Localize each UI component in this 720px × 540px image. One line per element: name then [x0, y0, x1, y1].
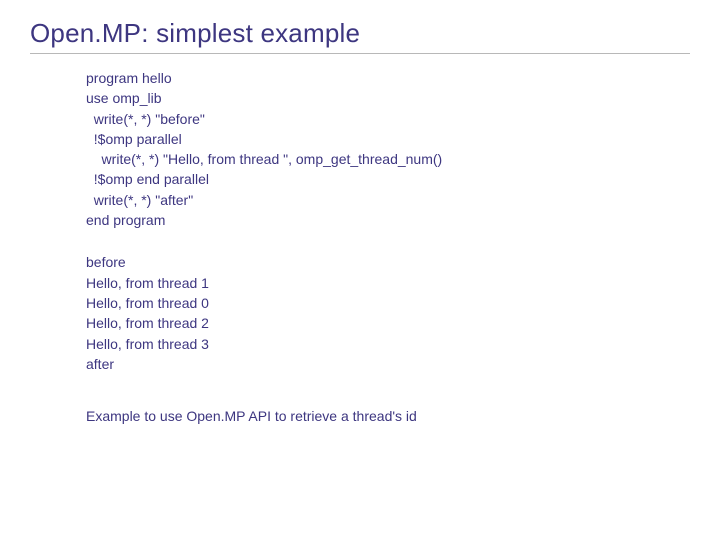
code-block: program hello use omp_lib write(*, *) "b…: [86, 68, 690, 230]
slide-content: program hello use omp_lib write(*, *) "b…: [30, 68, 690, 424]
output-line: Hello, from thread 2: [86, 313, 690, 333]
output-line: Hello, from thread 0: [86, 293, 690, 313]
code-line: write(*, *) "after": [86, 190, 690, 210]
code-line: write(*, *) "before": [86, 109, 690, 129]
code-line: !$omp end parallel: [86, 169, 690, 189]
code-line: use omp_lib: [86, 88, 690, 108]
output-line: Hello, from thread 1: [86, 273, 690, 293]
output-line: Hello, from thread 3: [86, 334, 690, 354]
code-line: end program: [86, 210, 690, 230]
code-line: program hello: [86, 68, 690, 88]
slide-title: Open.MP: simplest example: [30, 18, 690, 49]
code-line: !$omp parallel: [86, 129, 690, 149]
output-line: before: [86, 252, 690, 272]
caption-text: Example to use Open.MP API to retrieve a…: [86, 408, 690, 424]
output-block: before Hello, from thread 1 Hello, from …: [86, 252, 690, 374]
title-divider: [30, 53, 690, 54]
code-line: write(*, *) "Hello, from thread ", omp_g…: [86, 149, 690, 169]
output-line: after: [86, 354, 690, 374]
